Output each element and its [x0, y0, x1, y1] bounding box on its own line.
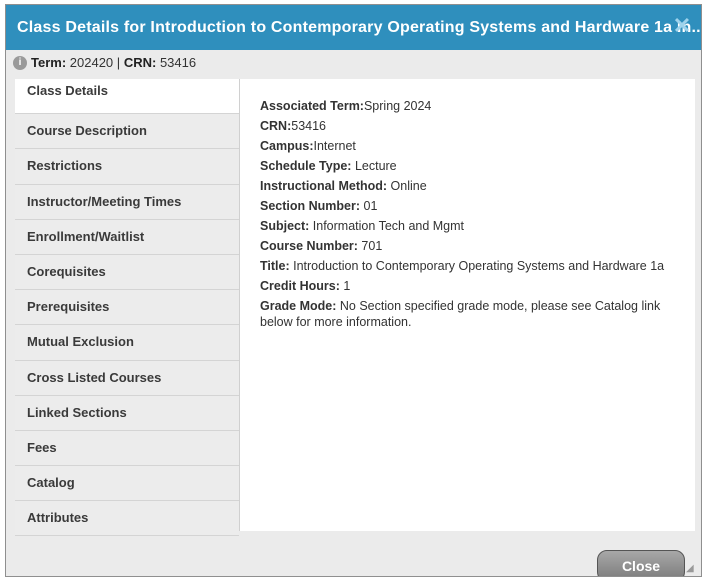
tab-prerequisites[interactable]: Prerequisites	[15, 290, 239, 326]
detail-label: CRN:	[260, 119, 292, 133]
detail-value: Spring 2024	[363, 99, 432, 113]
tab-mutual-exclusion[interactable]: Mutual Exclusion	[15, 325, 239, 361]
detail-value: Introduction to Contemporary Operating S…	[289, 259, 665, 273]
detail-credit-hours: Credit Hours: 1	[260, 278, 680, 294]
class-details-dialog: Class Details for Introduction to Contem…	[5, 4, 702, 577]
class-details-list: Associated Term:Spring 2024 CRN:53416 Ca…	[260, 98, 680, 334]
detail-crn: CRN:53416	[260, 118, 680, 134]
tab-instructor-meeting-times[interactable]: Instructor/Meeting Times	[15, 184, 239, 220]
close-icon[interactable]: ✕	[671, 15, 693, 37]
detail-label: Campus:	[260, 139, 314, 153]
tab-enrollment-waitlist[interactable]: Enrollment/Waitlist	[15, 219, 239, 255]
tab-class-details[interactable]: Class Details	[15, 79, 239, 115]
close-button[interactable]: Close	[597, 550, 685, 576]
tab-attributes[interactable]: Attributes	[15, 501, 239, 537]
detail-campus: Campus:Internet	[260, 138, 680, 154]
detail-value: Online	[387, 179, 427, 193]
tab-cross-listed-courses[interactable]: Cross Listed Courses	[15, 360, 239, 396]
crn-value: 53416	[159, 55, 197, 70]
detail-label: Instructional Method:	[260, 179, 388, 193]
detail-label: Associated Term:	[260, 99, 364, 113]
dialog-titlebar[interactable]: Class Details for Introduction to Contem…	[6, 5, 701, 50]
detail-value: Internet	[313, 139, 356, 153]
detail-label: Schedule Type:	[260, 159, 352, 173]
dialog-title: Class Details for Introduction to Contem…	[17, 19, 702, 36]
detail-section-number: Section Number: 01	[260, 198, 680, 214]
detail-subject: Subject: Information Tech and Mgmt	[260, 218, 680, 234]
tab-catalog[interactable]: Catalog	[15, 466, 239, 502]
tab-linked-sections[interactable]: Linked Sections	[15, 395, 239, 431]
tab-fees[interactable]: Fees	[15, 430, 239, 467]
term-crn-bar: i Term: 202420 | CRN: 53416	[13, 55, 196, 71]
detail-grade-mode: Grade Mode: No Section specified grade m…	[260, 298, 680, 330]
detail-label: Title:	[260, 259, 290, 273]
crn-label: CRN:	[123, 55, 157, 70]
info-icon: i	[13, 55, 27, 70]
detail-label: Course Number:	[260, 239, 358, 253]
detail-course-number: Course Number: 701	[260, 238, 680, 254]
detail-associated-term: Associated Term:Spring 2024	[260, 98, 680, 114]
resize-grip-icon[interactable]: ◢	[686, 563, 698, 575]
detail-label: Grade Mode:	[260, 299, 337, 313]
class-details-panel: Associated Term:Spring 2024 CRN:53416 Ca…	[239, 79, 695, 531]
detail-value: 1	[339, 279, 351, 293]
detail-value: Lecture	[351, 159, 397, 173]
detail-value: 701	[357, 239, 383, 253]
detail-schedule-type: Schedule Type: Lecture	[260, 158, 680, 174]
detail-value: Information Tech and Mgmt	[309, 219, 465, 233]
detail-instructional-method: Instructional Method: Online	[260, 178, 680, 194]
tab-corequisites[interactable]: Corequisites	[15, 254, 239, 291]
details-tab-list: Class Details Course Description Restric…	[15, 79, 239, 537]
tab-restrictions[interactable]: Restrictions	[15, 149, 239, 185]
dialog-footer: Close ◢	[6, 533, 701, 576]
detail-label: Section Number:	[260, 199, 361, 213]
detail-value: 53416	[291, 119, 327, 133]
detail-value: 01	[360, 199, 378, 213]
detail-label: Credit Hours:	[260, 279, 340, 293]
detail-label: Subject:	[260, 219, 310, 233]
detail-title: Title: Introduction to Contemporary Oper…	[260, 258, 680, 274]
term-separator: |	[116, 55, 121, 70]
term-value: 202420	[69, 55, 114, 70]
term-label: Term:	[31, 55, 67, 70]
tab-course-description[interactable]: Course Description	[15, 114, 239, 150]
